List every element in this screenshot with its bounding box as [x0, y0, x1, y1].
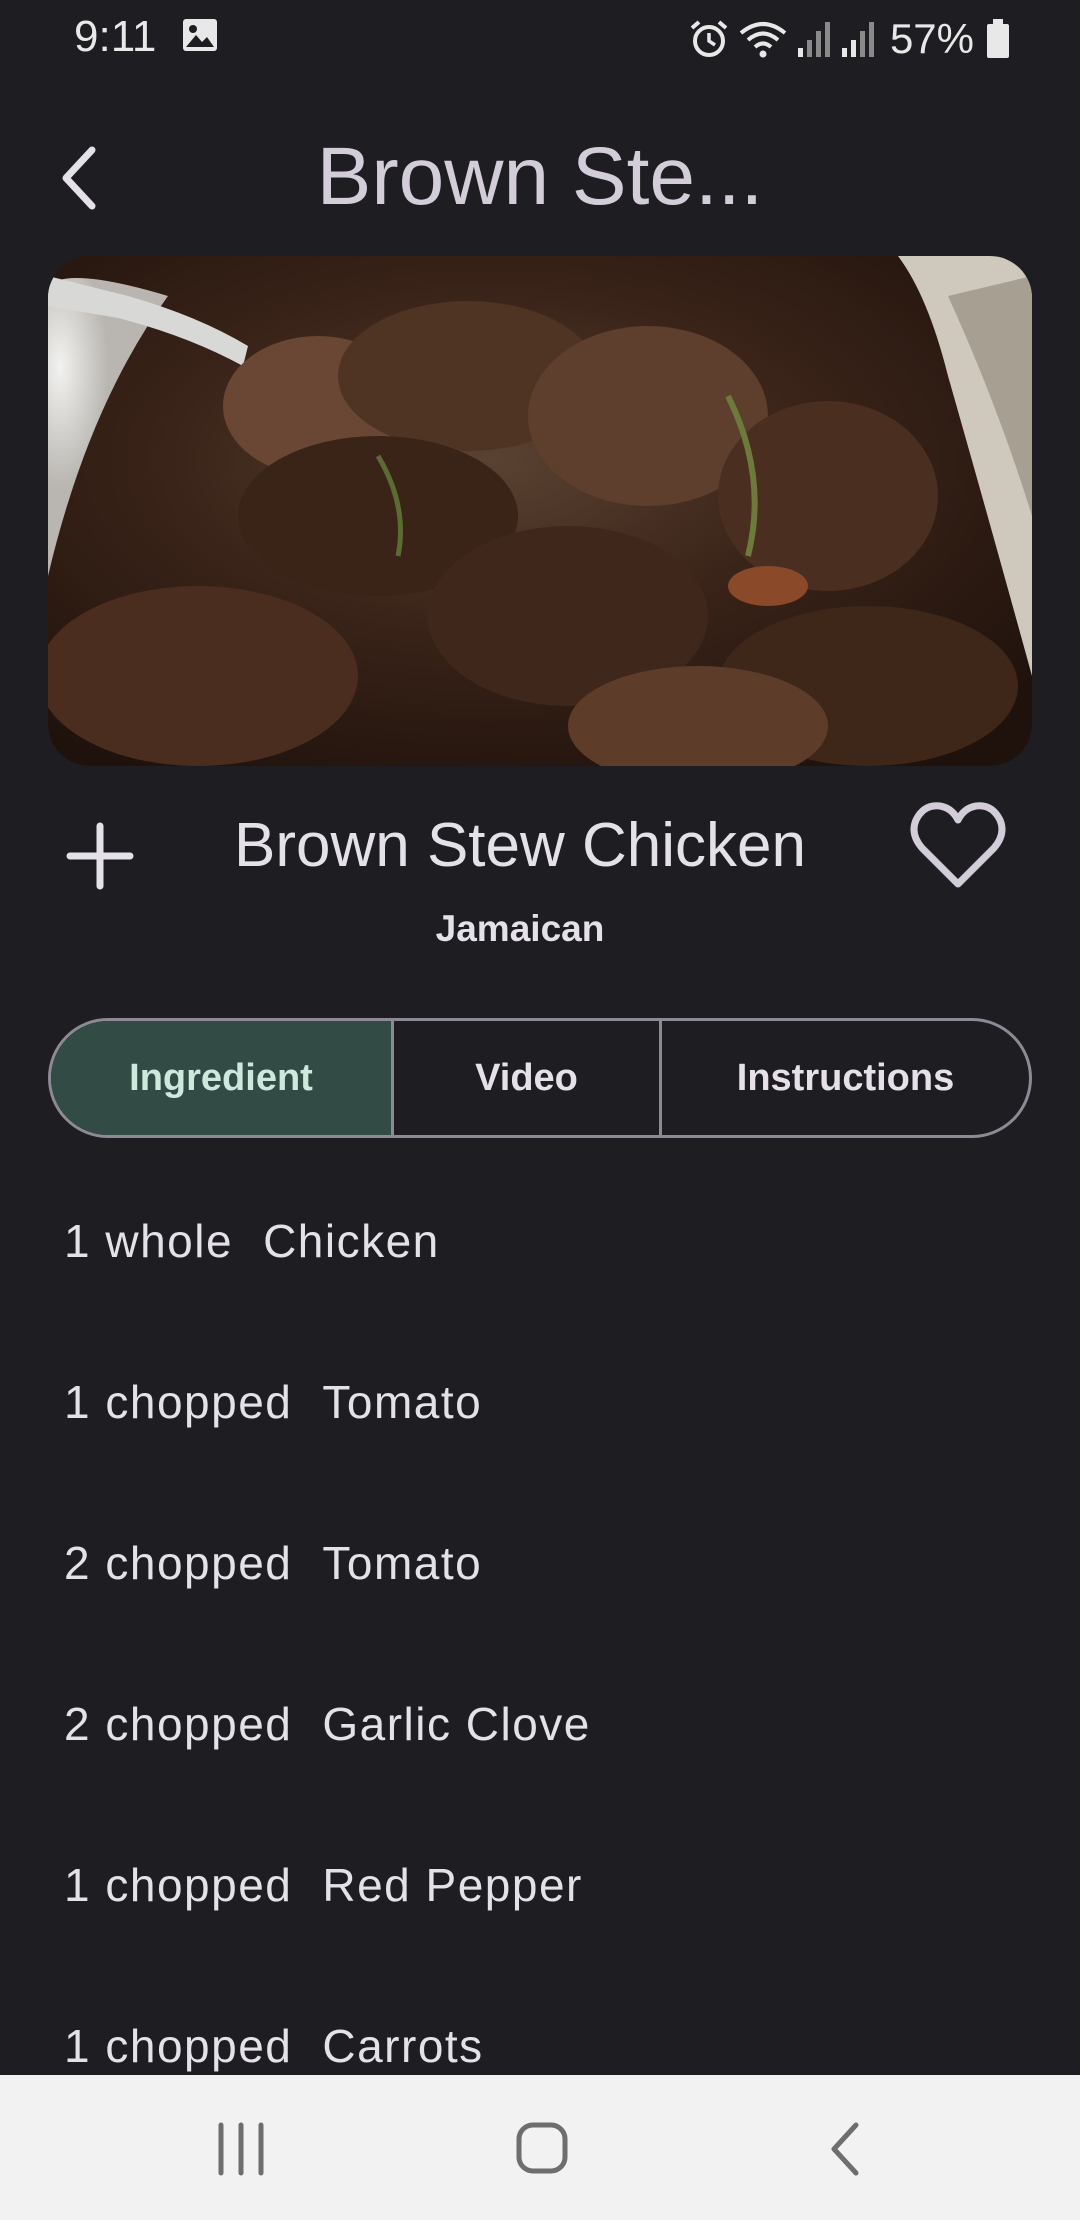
- ingredient-list: 1 whole Chicken 1 chopped Tomato 2 chopp…: [64, 1214, 1024, 2180]
- battery-percent: 57%: [889, 15, 974, 62]
- ingredient-name: Tomato: [322, 1537, 483, 1589]
- system-nav-bar: [0, 2075, 1080, 2220]
- home-button[interactable]: [497, 2111, 587, 2187]
- gallery-icon: [182, 18, 218, 52]
- status-time: 9:11: [74, 12, 157, 61]
- nav-back-button[interactable]: [800, 2111, 890, 2187]
- ingredient-measure: 1 chopped: [64, 1376, 293, 1428]
- add-button[interactable]: [62, 818, 138, 894]
- recents-button[interactable]: [196, 2111, 286, 2187]
- wifi-icon: [738, 19, 788, 59]
- list-item: 2 chopped Tomato: [64, 1536, 1024, 1697]
- recents-icon: [218, 2122, 264, 2176]
- recipe-image: [48, 256, 1032, 766]
- tab-selector: Ingredient Video Instructions: [48, 1018, 1032, 1138]
- ingredient-name: Red Pepper: [322, 1859, 583, 1911]
- alarm-icon: [688, 18, 730, 60]
- recipe-detail-screen: 9:11 57% Brown Ste... Brown Stew Chicken…: [0, 0, 1080, 2220]
- ingredient-name: Chicken: [263, 1215, 440, 1267]
- list-item: 1 whole Chicken: [64, 1214, 1024, 1375]
- back-button[interactable]: [50, 138, 120, 218]
- ingredient-name: Carrots: [322, 2020, 484, 2072]
- recipe-area: Jamaican: [435, 908, 605, 949]
- list-item: 1 chopped Red Pepper: [64, 1858, 1024, 2019]
- tab-instructions[interactable]: Instructions: [659, 1021, 1029, 1135]
- tab-ingredient[interactable]: Ingredient: [51, 1021, 391, 1135]
- tab-video[interactable]: Video: [391, 1021, 659, 1135]
- plus-icon: [66, 822, 134, 890]
- chevron-left-icon: [62, 146, 96, 210]
- status-bar: 9:11 57%: [0, 0, 1080, 74]
- back-icon: [831, 2122, 859, 2176]
- list-item: 1 chopped Tomato: [64, 1375, 1024, 1536]
- ingredient-measure: 2 chopped: [64, 1537, 293, 1589]
- ingredient-measure: 1 whole: [64, 1215, 234, 1267]
- list-item: 2 chopped Garlic Clove: [64, 1697, 1024, 1858]
- ingredient-measure: 1 chopped: [64, 1859, 293, 1911]
- status-icons: 57%: [688, 14, 1010, 64]
- ingredient-name: Garlic Clove: [322, 1698, 591, 1750]
- favorite-button[interactable]: [908, 798, 1008, 894]
- ingredient-measure: 1 chopped: [64, 2020, 293, 2072]
- ingredient-measure: 2 chopped: [64, 1698, 293, 1750]
- battery-icon: [986, 19, 1010, 59]
- home-icon: [516, 2122, 568, 2174]
- heart-outline-icon: [910, 802, 1006, 888]
- recipe-title: Brown Stew Chicken: [233, 811, 807, 880]
- page-title: Brown Ste...: [316, 131, 764, 222]
- signal-icon: [796, 20, 832, 58]
- signal-icon: [840, 20, 876, 58]
- ingredient-name: Tomato: [322, 1376, 483, 1428]
